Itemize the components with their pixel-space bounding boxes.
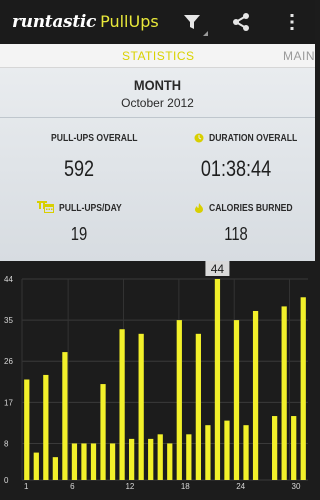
calendar-icon (44, 204, 54, 213)
product-name: PullUps (100, 12, 159, 31)
bar[interactable] (129, 438, 135, 480)
brand-name: runtastic (12, 12, 97, 32)
bar[interactable] (148, 438, 154, 480)
app-logo: runtastic PullUps (0, 12, 159, 32)
bar[interactable] (252, 310, 259, 480)
bar[interactable] (138, 333, 144, 480)
tab-strip: STATISTICS MAIN (0, 44, 315, 68)
bar[interactable] (24, 379, 30, 481)
bar[interactable] (233, 320, 240, 480)
bar[interactable] (62, 352, 68, 480)
daily-pullups-chart: 0 8 17 26 35 44 1 6 12 18 24 30 44 (0, 261, 315, 500)
bar[interactable] (90, 443, 97, 480)
bar[interactable] (52, 457, 58, 480)
divider (0, 117, 315, 118)
duration-overall-value: 01:38:44 (200, 156, 272, 181)
bar[interactable] (33, 452, 39, 480)
pullups-overall-label: PULL-UPS OVERALL (51, 133, 138, 144)
share-icon[interactable] (229, 10, 253, 34)
pullups-per-day-label: PULL-UPS/DAY (59, 203, 122, 214)
y-tick-label: 26 (4, 357, 13, 366)
bar[interactable] (205, 425, 211, 480)
action-bar: runtastic PullUps (0, 0, 315, 44)
bar[interactable] (243, 425, 249, 480)
bar[interactable] (214, 279, 221, 480)
y-tick-label: 17 (4, 398, 13, 407)
bar[interactable] (43, 374, 49, 480)
bar[interactable] (100, 384, 106, 480)
y-tick-label: 8 (4, 439, 9, 448)
bar[interactable] (186, 434, 192, 480)
pullups-overall-value: 592 (63, 156, 95, 181)
x-tick-label: 24 (236, 482, 245, 491)
bar[interactable] (195, 333, 201, 480)
x-tick-label: 6 (70, 482, 75, 491)
x-tick-label: 1 (24, 482, 29, 491)
period-subtitle: October 2012 (121, 96, 194, 110)
pullups-per-day-value: 19 (70, 224, 88, 244)
calories-burned-label: CALORIES BURNED (209, 203, 293, 214)
x-tick-label: 18 (181, 482, 190, 491)
bar[interactable] (109, 443, 116, 480)
duration-overall-label: DURATION OVERALL (209, 133, 298, 144)
bar-chart: 0 8 17 26 35 44 1 6 12 18 24 30 44 (4, 261, 308, 491)
y-tick-label: 44 (4, 275, 13, 284)
bar[interactable] (176, 320, 182, 480)
bar[interactable] (224, 420, 230, 480)
tab-main[interactable]: MAIN (283, 49, 315, 63)
x-tick-label: 12 (125, 482, 134, 491)
highlight-label: 44 (211, 262, 225, 276)
flame-icon (195, 203, 203, 213)
tab-statistics[interactable]: STATISTICS (122, 49, 195, 63)
filter-icon[interactable] (180, 10, 208, 36)
bar[interactable] (119, 329, 125, 480)
statistics-panel: MONTH October 2012 PULL-UPS OVERALL 592 … (0, 68, 315, 261)
overflow-menu-icon[interactable] (280, 10, 304, 34)
x-tick-label: 30 (292, 482, 301, 491)
period-title: MONTH (133, 77, 182, 93)
bar[interactable] (157, 434, 163, 480)
bar[interactable] (272, 416, 278, 480)
bar[interactable] (281, 306, 287, 480)
bar[interactable] (71, 443, 78, 480)
bar[interactable] (167, 443, 173, 480)
bar[interactable] (81, 443, 87, 480)
bar[interactable] (291, 416, 297, 480)
clock-icon (194, 133, 204, 143)
y-tick-label: 0 (4, 476, 9, 485)
y-tick-label: 35 (4, 316, 13, 325)
calories-burned-value: 118 (224, 224, 248, 244)
bar[interactable] (300, 297, 306, 480)
